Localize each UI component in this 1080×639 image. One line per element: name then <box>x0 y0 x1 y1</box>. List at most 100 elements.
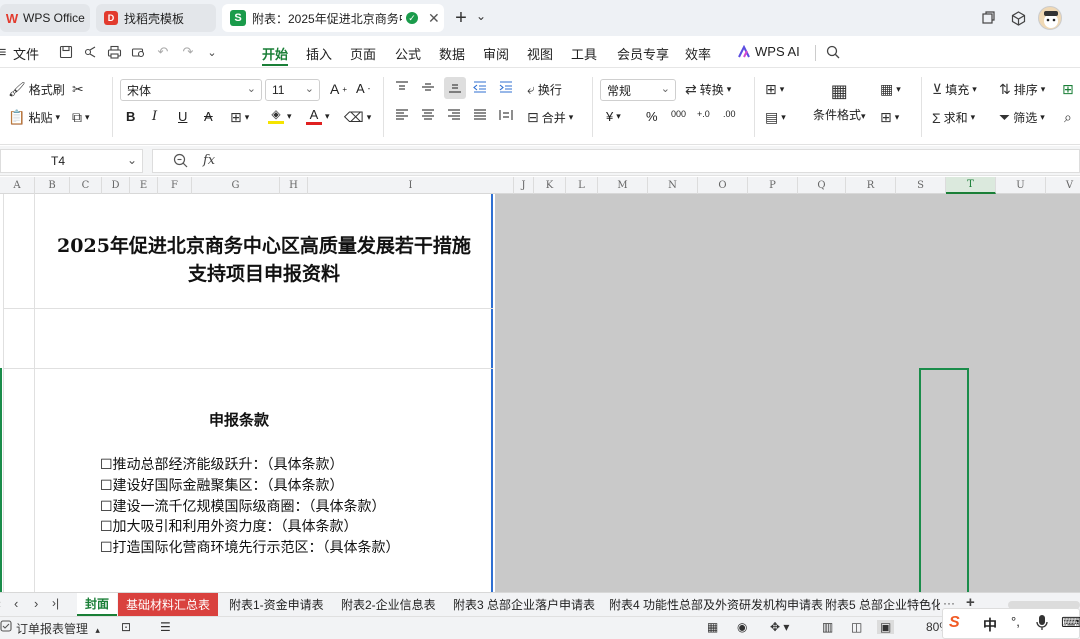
menu-home[interactable]: 开始 <box>262 44 288 63</box>
table-icon-button[interactable]: ⊞ <box>1062 81 1074 98</box>
convert-button[interactable]: ⇄ 转换 ▾ <box>685 81 731 98</box>
increase-font-button[interactable]: A + <box>330 81 347 97</box>
percent-button[interactable]: % <box>646 109 658 124</box>
sum-button[interactable]: Σ 求和 ▾ <box>932 109 975 126</box>
sheet-tab-4[interactable]: 附表4 功能性总部及外资研发机构申请表 <box>601 593 831 616</box>
column-header-u[interactable]: U <box>996 177 1046 194</box>
cube-icon[interactable] <box>1008 8 1028 28</box>
column-header-f[interactable]: F <box>158 177 192 194</box>
wrap-text-button[interactable]: ⤶ 换行 <box>527 81 562 98</box>
menu-member[interactable]: 会员专享 <box>617 44 669 63</box>
tab-list-dropdown-icon[interactable]: ⌄ <box>471 6 491 26</box>
fill-color-button[interactable]: ◈ <box>268 107 284 124</box>
tab-wps-office[interactable]: W WPS Office <box>0 4 90 32</box>
merge-button[interactable]: ⊟ 合并 ▾ <box>527 109 573 126</box>
indent-decrease-button[interactable] <box>473 81 487 93</box>
indent-increase-button[interactable] <box>499 81 513 93</box>
new-tab-icon[interactable]: + <box>451 7 471 29</box>
sheet-layout-icon[interactable]: ▦ <box>707 620 718 634</box>
print-icon[interactable] <box>106 44 122 60</box>
user-avatar[interactable] <box>1038 6 1062 30</box>
conditional-format-button[interactable]: ▦ 条件格式▾ <box>813 81 866 123</box>
column-header-c[interactable]: C <box>70 177 102 194</box>
cut-button[interactable]: ✂ <box>72 81 84 98</box>
column-header-i[interactable]: I <box>308 177 514 194</box>
close-tab-icon[interactable]: ✕ <box>428 10 440 27</box>
tab-template[interactable]: D 找稻壳模板 <box>96 4 216 32</box>
save-icon[interactable] <box>58 44 74 60</box>
font-name-select[interactable]: 宋体 ⌄ <box>120 79 262 101</box>
workbook-name[interactable]: 订单报表管理 ▴ <box>16 620 100 637</box>
chevron-down-icon[interactable]: ⌄ <box>127 153 137 167</box>
column-header-s[interactable]: S <box>896 177 946 194</box>
fx-label[interactable]: fx <box>203 153 215 168</box>
sheet-tab-cover[interactable]: 封面 <box>77 593 118 616</box>
first-sheet-icon[interactable]: ‹ <box>0 596 1 611</box>
number-format-select[interactable]: 常规 ⌄ <box>600 79 676 101</box>
menu-view[interactable]: 视图 <box>527 44 553 63</box>
column-header-g[interactable]: G <box>192 177 280 194</box>
sheet-tab-3[interactable]: 附表3 总部企业落户申请表 <box>445 593 603 616</box>
column-header-j[interactable]: J <box>514 177 534 194</box>
clear-format-button[interactable]: ⌫ ▾ <box>344 109 371 126</box>
status-toggle-icon[interactable]: ⊡ <box>121 620 131 634</box>
zoom-search-icon[interactable] <box>173 153 188 171</box>
copy-button[interactable]: ⧉ ▾ <box>72 109 90 126</box>
sort-button[interactable]: ⇅ 排序 ▾ <box>999 81 1045 98</box>
filter-button[interactable]: ⏷ 筛选 ▾ <box>999 109 1045 126</box>
tab-active-document[interactable]: S 附表：2025年促进北京商务中 ✓ ✕ <box>222 4 444 32</box>
menu-page[interactable]: 页面 <box>350 44 376 63</box>
name-box[interactable]: T4 ⌄ <box>0 149 143 173</box>
formula-input[interactable]: fx <box>152 149 1080 173</box>
sogou-logo-icon[interactable]: S <box>949 614 960 632</box>
decrease-decimal-button[interactable]: .00 <box>723 109 736 119</box>
sheet-tab-summary[interactable]: 基础材料汇总表 <box>118 593 219 616</box>
prev-sheet-icon[interactable]: ‹ <box>14 596 18 611</box>
row-column-button[interactable]: ⊞ ▾ <box>880 109 899 126</box>
search-icon[interactable] <box>825 44 841 60</box>
column-header-v[interactable]: V <box>1046 177 1080 194</box>
redo-icon[interactable]: ↷ <box>180 44 196 60</box>
punctuation-icon[interactable]: °, <box>1011 614 1020 629</box>
decrease-font-button[interactable]: A- <box>356 81 370 96</box>
status-list-icon[interactable]: ☰ <box>160 620 171 634</box>
thousands-button[interactable]: 000 <box>671 109 686 119</box>
column-header-m[interactable]: M <box>598 177 648 194</box>
italic-button[interactable]: I <box>152 109 157 124</box>
border-button[interactable]: ⊞ ▾ <box>230 109 249 126</box>
navigation-icon[interactable]: ✥ ▾ <box>770 620 789 634</box>
column-header-o[interactable]: O <box>698 177 748 194</box>
window-restore-icon[interactable] <box>978 8 998 28</box>
more-dropdown-icon[interactable]: ⌄ <box>204 44 220 60</box>
page-break-view-icon[interactable]: ◫ <box>851 620 862 634</box>
font-color-dropdown[interactable]: ▾ <box>325 111 330 122</box>
undo-icon[interactable]: ↶ <box>155 44 171 60</box>
format-button[interactable]: ▦ ▾ <box>880 81 901 98</box>
align-bottom-button[interactable] <box>444 77 466 99</box>
microphone-icon[interactable] <box>1035 614 1049 635</box>
menu-file[interactable]: 文件 <box>13 44 39 63</box>
align-top-button[interactable] <box>395 81 409 93</box>
eye-protection-icon[interactable]: ◉ <box>737 620 747 634</box>
align-left-button[interactable] <box>395 109 409 121</box>
font-color-button[interactable]: A <box>306 107 322 125</box>
underline-button[interactable]: U <box>178 109 187 124</box>
page-layout-view-icon[interactable]: ▣ <box>877 620 895 634</box>
strikethrough-button[interactable]: A <box>204 109 213 124</box>
print-preview-icon[interactable] <box>130 44 146 60</box>
table-style-button[interactable]: ⊞ ▾ <box>765 81 784 98</box>
column-header-t[interactable]: T <box>946 177 996 194</box>
hamburger-menu-icon[interactable]: ≡ <box>0 44 10 61</box>
column-header-b[interactable]: B <box>35 177 70 194</box>
column-header-a[interactable]: A <box>0 177 35 194</box>
paste-button[interactable]: 📋 粘贴 ▾ <box>8 109 60 126</box>
column-header-r[interactable]: R <box>846 177 896 194</box>
normal-view-icon[interactable]: ▥ <box>822 620 833 634</box>
ime-mode[interactable]: 中 <box>983 615 997 635</box>
share-icon[interactable] <box>82 44 98 60</box>
column-header-l[interactable]: L <box>566 177 598 194</box>
font-size-select[interactable]: 11 ⌄ <box>265 79 320 101</box>
menu-formula[interactable]: 公式 <box>395 44 421 63</box>
menu-wps-ai[interactable]: WPS AI <box>755 44 800 59</box>
column-header-d[interactable]: D <box>102 177 130 194</box>
